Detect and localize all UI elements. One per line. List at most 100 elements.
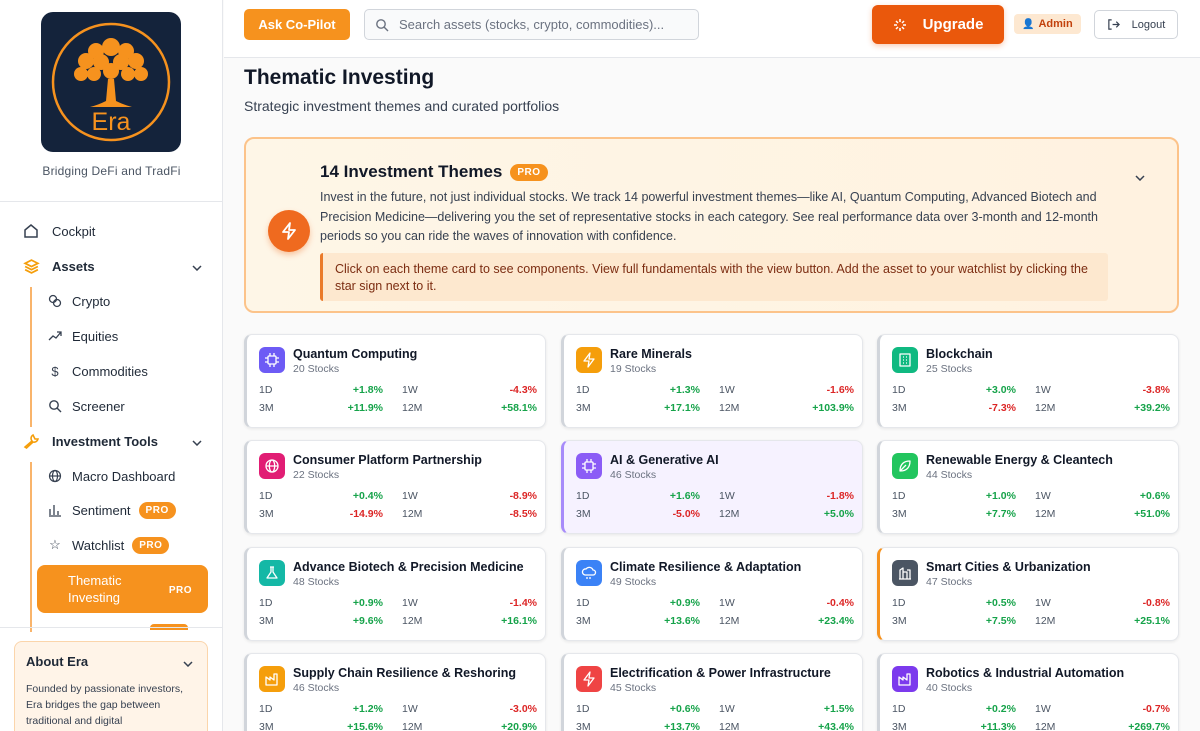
user-icon: 👤 [1022,18,1035,30]
nav-investment-tools-label: Investment Tools [52,433,158,449]
chevron-down-icon [192,434,202,449]
theme-card[interactable]: Climate Resilience & Adaptation 49 Stock… [561,547,863,641]
ask-copilot-button[interactable]: Ask Co-Pilot [244,9,350,40]
theme-name: Advance Biotech & Precision Medicine [293,560,524,574]
nav-cockpit[interactable]: Cockpit [22,217,95,245]
pro-badge: PRO [138,501,176,519]
chevron-down-icon[interactable] [183,654,193,672]
chevron-down-icon[interactable] [1135,168,1145,186]
perf-value-12m: +58.1% [501,402,537,414]
theme-name: Supply Chain Resilience & Reshoring [293,666,516,680]
perf-label-3m: 3M [892,508,907,520]
theme-card[interactable]: Advance Biotech & Precision Medicine 48 … [244,547,546,641]
era-logo[interactable]: Era [41,12,181,152]
nav-screener[interactable]: Screener [46,392,125,420]
nav-watchlist[interactable]: ☆ Watchlist PRO [46,531,170,559]
theme-stock-count: 40 Stocks [926,682,973,694]
nav-thematic-investing[interactable]: Thematic Investing PRO [37,565,208,613]
perf-label-3m: 3M [259,615,274,627]
perf-row-long: 3M +7.5% 12M +25.1% [892,615,1170,629]
search-icon [376,18,389,31]
perf-label-12m: 12M [1035,721,1056,731]
globe-icon [46,467,64,485]
theme-stock-count: 25 Stocks [926,363,973,375]
perf-row-long: 3M +17.1% 12M +103.9% [576,402,854,416]
perf-row-long: 3M +13.6% 12M +23.4% [576,615,854,629]
info-title-row: 14 Investment Themes PRO [320,162,548,182]
perf-label-12m: 12M [1035,508,1056,520]
theme-card[interactable]: Blockchain 25 Stocks 1D +3.0% 1W -3.8% 3… [877,334,1179,428]
sparkle-icon [893,18,906,31]
page-title: Thematic Investing [244,66,435,89]
nav-commodities[interactable]: $ Commodities [46,357,147,385]
perf-label-1d: 1D [892,384,906,396]
perf-value-1w: -3.0% [509,703,537,715]
perf-row-short: 1D +1.2% 1W -3.0% [259,703,537,717]
perf-value-1w: +0.6% [1139,490,1170,502]
perf-label-1d: 1D [576,384,590,396]
nav-sentiment[interactable]: Sentiment PRO [46,496,176,524]
perf-value-1d: +1.6% [669,490,700,502]
about-text: Founded by passionate investors, Era bri… [26,683,184,727]
theme-card[interactable]: Renewable Energy & Cleantech 44 Stocks 1… [877,440,1179,534]
perf-value-12m: +43.4% [818,721,854,731]
info-banner[interactable]: 14 Investment Themes PRO Invest in the f… [244,137,1179,313]
theme-stock-count: 49 Stocks [610,576,657,588]
perf-label-1d: 1D [259,384,273,396]
upgrade-button[interactable]: Upgrade [872,5,1004,44]
perf-row-short: 1D +0.9% 1W -1.4% [259,597,537,611]
about-panel[interactable]: About Era Founded by passionate investor… [14,641,208,731]
theme-name: Climate Resilience & Adaptation [610,560,802,574]
nav-crypto[interactable]: Crypto [46,287,110,315]
theme-card[interactable]: Robotics & Industrial Automation 40 Stoc… [877,653,1179,731]
search-input[interactable] [399,17,689,32]
bolt-icon [268,210,310,252]
perf-value-3m: +17.1% [664,402,700,414]
theme-name: Electrification & Power Infrastructure [610,666,831,680]
info-note: Click on each theme card to see componen… [320,253,1108,301]
perf-value-3m: +13.6% [664,615,700,627]
city-icon [892,560,918,586]
perf-value-3m: -5.0% [672,508,700,520]
theme-card[interactable]: Electrification & Power Infrastructure 4… [561,653,863,731]
nav-screener-label: Screener [72,398,125,414]
nav-macro-dashboard[interactable]: Macro Dashboard [46,462,175,490]
nav-equities-label: Equities [72,328,119,344]
theme-stock-count: 19 Stocks [610,363,657,375]
theme-card[interactable]: Quantum Computing 20 Stocks 1D +1.8% 1W … [244,334,546,428]
nav-crypto-label: Crypto [72,293,111,309]
perf-value-1w: +1.5% [823,703,854,715]
search-box[interactable] [364,9,699,40]
perf-value-12m: +269.7% [1128,721,1170,731]
nav-assets[interactable]: Assets [22,252,202,280]
nav-investment-tools[interactable]: Investment Tools [22,427,202,455]
perf-label-1d: 1D [892,490,906,502]
perf-row-short: 1D +1.0% 1W +0.6% [892,490,1170,504]
nav-equities[interactable]: Equities [46,322,118,350]
chip-icon [576,453,602,479]
perf-row-short: 1D +0.9% 1W -0.4% [576,597,854,611]
perf-label-3m: 3M [576,615,591,627]
pro-badge: PRO [168,585,192,596]
theme-name: Smart Cities & Urbanization [926,560,1091,574]
crypto-icon [46,292,64,310]
logout-button[interactable]: Logout [1094,10,1178,39]
divider [0,201,222,202]
sidebar: Era Bridging DeFi and TradFi Cockpit Ass… [0,0,223,731]
theme-card[interactable]: AI & Generative AI 46 Stocks 1D +1.6% 1W… [561,440,863,534]
perf-label-1w: 1W [719,597,735,609]
theme-card[interactable]: Smart Cities & Urbanization 47 Stocks 1D… [877,547,1179,641]
perf-label-1d: 1D [259,703,273,715]
theme-card[interactable]: Rare Minerals 19 Stocks 1D +1.3% 1W -1.6… [561,334,863,428]
perf-value-12m: +51.0% [1134,508,1170,520]
theme-name: Blockchain [926,347,993,361]
theme-stock-count: 44 Stocks [926,469,973,481]
nav-assets-label: Assets [52,258,95,274]
theme-card[interactable]: Consumer Platform Partnership 22 Stocks … [244,440,546,534]
star-icon: ☆ [49,537,61,552]
factory-icon [892,666,918,692]
pro-badge: PRO [132,536,170,554]
theme-card[interactable]: Supply Chain Resilience & Reshoring 46 S… [244,653,546,731]
perf-value-12m: +103.9% [812,402,854,414]
perf-label-3m: 3M [259,721,274,731]
